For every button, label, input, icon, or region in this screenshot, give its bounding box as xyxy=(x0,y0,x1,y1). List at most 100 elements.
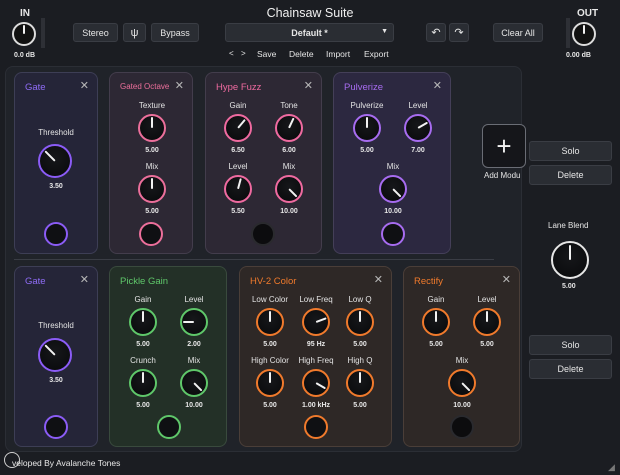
close-icon[interactable]: ✕ xyxy=(374,273,383,286)
pulverize-knob[interactable] xyxy=(353,114,381,142)
mix-label: Mix xyxy=(455,356,469,365)
preset-next-button[interactable]: > xyxy=(241,49,246,58)
low-color-value: 5.00 xyxy=(263,341,277,348)
threshold-knob[interactable] xyxy=(38,144,72,178)
level-knob[interactable] xyxy=(404,114,432,142)
crunch-knob[interactable] xyxy=(129,369,157,397)
high-freq-value: 1.00 kHz xyxy=(301,402,331,409)
phase-icon: ψ xyxy=(130,26,139,39)
high-q-knob[interactable] xyxy=(346,369,374,397)
input-gain-knob[interactable] xyxy=(12,22,36,46)
level-value: 7.00 xyxy=(411,147,425,154)
redo-icon: ↷ xyxy=(454,27,464,39)
threshold-label: Threshold xyxy=(38,321,74,330)
pulverize-enable-button[interactable] xyxy=(381,222,405,246)
gain-knob[interactable] xyxy=(422,308,450,336)
hype-fuzz-enable-button[interactable] xyxy=(251,222,275,246)
high-freq-knob[interactable] xyxy=(302,369,330,397)
chevron-down-icon: ▼ xyxy=(381,28,388,35)
preset-selector[interactable]: Default * ▼ xyxy=(225,23,394,42)
mix-knob[interactable] xyxy=(275,175,303,203)
level-knob[interactable] xyxy=(473,308,501,336)
close-icon[interactable]: ✕ xyxy=(433,79,442,92)
mix-value: 10.00 xyxy=(185,402,203,409)
mix-knob[interactable] xyxy=(448,369,476,397)
output-gain-knob[interactable] xyxy=(572,22,596,46)
low-q-knob[interactable] xyxy=(346,308,374,336)
save-button[interactable]: Save xyxy=(257,49,276,59)
pickle-gain-enable-button[interactable] xyxy=(157,415,181,439)
undo-button[interactable]: ↶ xyxy=(426,23,446,42)
phase-button[interactable]: ψ xyxy=(123,23,146,42)
low-color-knob[interactable] xyxy=(256,308,284,336)
input-label: IN xyxy=(20,8,30,19)
mix-value: 5.00 xyxy=(145,208,159,215)
level-value: 5.50 xyxy=(231,208,245,215)
low-freq-knob[interactable] xyxy=(302,308,330,336)
gate-enable-button[interactable] xyxy=(44,415,68,439)
gain-value: 6.50 xyxy=(231,147,245,154)
close-icon[interactable]: ✕ xyxy=(80,79,89,92)
export-button[interactable]: Export xyxy=(364,49,389,59)
bypass-button[interactable]: Bypass xyxy=(151,23,199,42)
input-meter xyxy=(41,18,45,48)
gain-value: 5.00 xyxy=(136,341,150,348)
threshold-knob[interactable] xyxy=(38,338,72,372)
gate-enable-button[interactable] xyxy=(44,222,68,246)
mix-label: Mix xyxy=(386,162,400,171)
preset-name: Default * xyxy=(291,27,328,38)
level-knob[interactable] xyxy=(224,175,252,203)
lane-blend-knob[interactable] xyxy=(551,241,589,279)
mix-label: Mix xyxy=(145,162,159,171)
delete-preset-button[interactable]: Delete xyxy=(289,49,314,59)
pulverize-value: 5.00 xyxy=(360,147,374,154)
close-icon[interactable]: ✕ xyxy=(502,273,511,286)
module-title: Pulverize xyxy=(344,82,384,93)
high-color-knob[interactable] xyxy=(256,369,284,397)
import-button[interactable]: Import xyxy=(326,49,350,59)
stereo-button[interactable]: Stereo xyxy=(73,23,118,42)
app-title: Chainsaw Suite xyxy=(266,6,354,20)
lane1-solo-button[interactable]: Solo xyxy=(529,141,612,161)
module-title: Gate xyxy=(25,82,46,93)
level-label: Level xyxy=(408,101,428,110)
level-value: 5.00 xyxy=(480,341,494,348)
module-title: Gated Octave xyxy=(120,82,170,91)
add-module-button[interactable]: + xyxy=(482,124,526,168)
low-freq-value: 95 Hz xyxy=(306,341,326,348)
output-value: 0.00 dB xyxy=(566,52,591,59)
mix-knob[interactable] xyxy=(138,175,166,203)
gain-knob[interactable] xyxy=(224,114,252,142)
tone-knob[interactable] xyxy=(275,114,303,142)
lane2-solo-button[interactable]: Solo xyxy=(529,335,612,355)
lane2-delete-button[interactable]: Delete xyxy=(529,359,612,379)
resize-handle-icon[interactable]: ◢ xyxy=(608,462,615,473)
preset-prev-button[interactable]: < xyxy=(229,49,234,58)
clear-all-button[interactable]: Clear All xyxy=(493,23,543,42)
high-q-value: 5.00 xyxy=(353,402,367,409)
input-value: 0.0 dB xyxy=(14,52,36,59)
high-q-label: High Q xyxy=(347,356,373,365)
texture-knob[interactable] xyxy=(138,114,166,142)
close-icon[interactable]: ✕ xyxy=(304,79,313,92)
close-icon[interactable]: ✕ xyxy=(80,273,89,286)
gated-octave-module: Gated Octave ✕ Texture 5.00 Mix 5.00 xyxy=(109,72,193,254)
gated-octave-enable-button[interactable] xyxy=(139,222,163,246)
threshold-value: 3.50 xyxy=(49,377,63,384)
threshold-label: Threshold xyxy=(38,128,74,137)
crunch-value: 5.00 xyxy=(136,402,150,409)
close-icon[interactable]: ✕ xyxy=(175,79,184,92)
texture-value: 5.00 xyxy=(145,147,159,154)
module-title: Rectify xyxy=(414,276,444,287)
lane1-delete-button[interactable]: Delete xyxy=(529,165,612,185)
mix-knob[interactable] xyxy=(379,175,407,203)
rectify-module: Rectify ✕ Gain 5.00 Level 5.00 Mix 10.00 xyxy=(403,266,520,447)
hv2-enable-button[interactable] xyxy=(304,415,328,439)
gain-knob[interactable] xyxy=(129,308,157,336)
mix-knob[interactable] xyxy=(180,369,208,397)
rectify-enable-button[interactable] xyxy=(450,415,474,439)
redo-button[interactable]: ↷ xyxy=(449,23,469,42)
tone-label: Tone xyxy=(280,101,298,110)
threshold-value: 3.50 xyxy=(49,183,63,190)
level-knob[interactable] xyxy=(180,308,208,336)
